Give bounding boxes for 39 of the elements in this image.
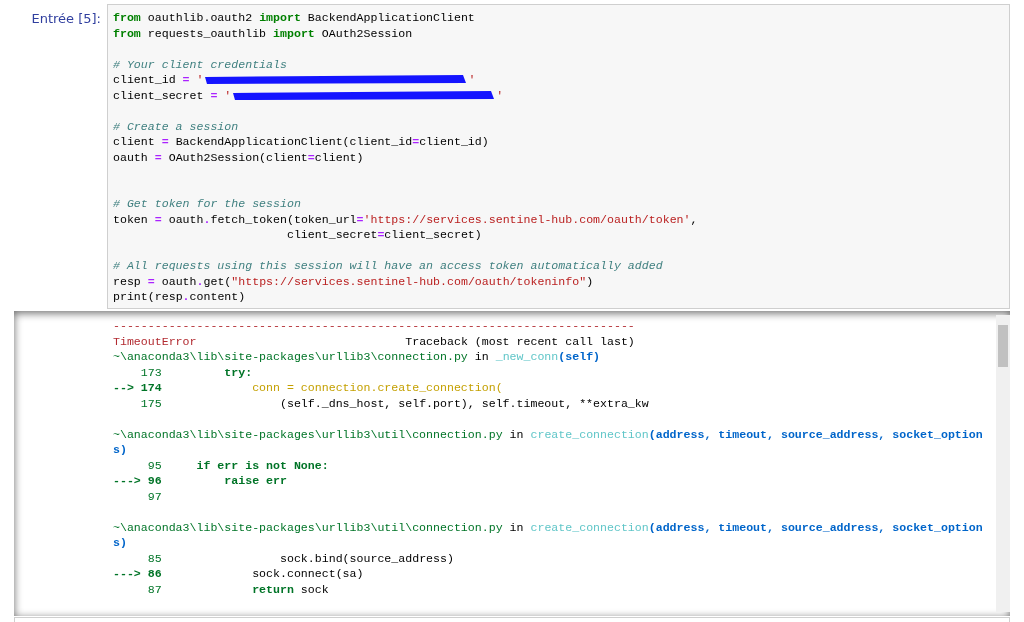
code-line: # Create a session xyxy=(113,118,239,134)
traceback-line: ---> 96 raise err xyxy=(113,473,287,489)
traceback-line: ~\anaconda3\lib\site-packages\urllib3\util\connection.py in create_connection(address, timeout, source_address, socket_option xyxy=(113,519,983,535)
code-text: ' xyxy=(223,87,232,103)
traceback-line: ---> 86 sock.connect(sa) xyxy=(113,566,364,582)
traceback-line: --> 174 conn = connection.create_connection( xyxy=(113,380,503,396)
code-text: client_secret xyxy=(113,87,205,103)
code-line: # Your client credentials xyxy=(113,56,287,72)
code-line: from requests_oauthlib import OAuth2Session xyxy=(113,25,413,41)
traceback-line: 173 try: xyxy=(139,364,253,380)
traceback-line: s) xyxy=(113,442,127,458)
code-line: client = BackendApplicationClient(client_id=client_id) xyxy=(113,134,489,150)
traceback-line: --------------------------------------------------------------------------- xyxy=(113,318,635,334)
code-cell[interactable] xyxy=(107,4,1010,309)
code-text: client_id xyxy=(113,72,177,88)
code-text: ' xyxy=(195,72,204,88)
cell-prompt: Entrée [5]: xyxy=(31,11,101,26)
code-line: # Get token for the session xyxy=(113,196,301,212)
traceback-line: ~\anaconda3\lib\site-packages\urllib3\connection.py in _new_conn(self) xyxy=(113,349,601,365)
code-line: token = oauth.fetch_token(token_url='https://services.sentinel-hub.com/oauth/token', xyxy=(113,211,698,227)
traceback-line: s) xyxy=(113,535,127,551)
code-text: ' xyxy=(468,72,476,88)
code-text: ' xyxy=(496,87,504,103)
traceback-line: TimeoutError Traceback (most recent call last) xyxy=(113,333,635,349)
code-line: oauth = OAuth2Session(client=client) xyxy=(113,149,364,165)
code-text: = xyxy=(210,87,218,103)
traceback-line: 85 sock.bind(source_address) xyxy=(146,550,454,566)
code-text: = xyxy=(182,72,190,88)
code-line: from oauthlib.oauth2 import BackendApplicationClient xyxy=(113,10,475,26)
traceback-line: 95 if err is not None: xyxy=(146,457,329,473)
traceback-line: 175 (self._dns_host, self.port), self.timeout, **extra_kw xyxy=(139,395,649,411)
traceback-line: ~\anaconda3\lib\site-packages\urllib3\util\connection.py in create_connection(address, timeout, source_address, socket_option xyxy=(113,426,983,442)
code-line: client_secret=client_secret) xyxy=(285,227,482,243)
traceback-line: 97 xyxy=(146,488,162,504)
code-line: # All requests using this session will have an access token automatically added xyxy=(113,258,663,274)
code-line: resp = oauth.get("https://services.sentinel-hub.com/oauth/tokeninfo") xyxy=(113,273,594,289)
scrollbar[interactable] xyxy=(996,315,1010,612)
traceback-line: 87 return sock xyxy=(146,581,329,597)
code-line: print(resp.content) xyxy=(113,289,246,305)
